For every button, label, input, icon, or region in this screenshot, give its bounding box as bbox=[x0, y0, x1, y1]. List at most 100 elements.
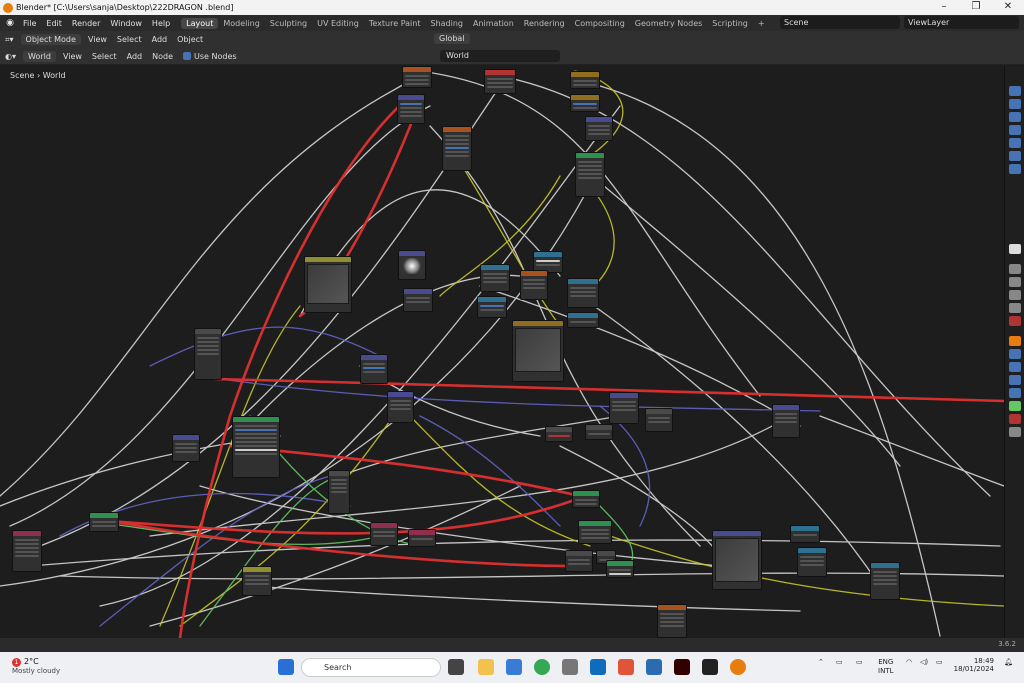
store-icon[interactable] bbox=[506, 659, 522, 675]
menu-view-2[interactable]: View bbox=[58, 51, 87, 62]
add-workspace-icon[interactable]: + bbox=[753, 18, 770, 29]
node-math-8[interactable] bbox=[565, 550, 593, 572]
start-button-icon[interactable] bbox=[278, 659, 294, 675]
collection-icon[interactable] bbox=[1008, 164, 1021, 174]
properties-editor-icon[interactable] bbox=[1008, 244, 1021, 254]
blender-taskbar-icon[interactable] bbox=[730, 659, 746, 675]
node-combine-xyz[interactable] bbox=[797, 547, 827, 577]
node-background[interactable] bbox=[89, 512, 119, 532]
menu-window[interactable]: Window bbox=[105, 19, 147, 28]
node-principled-bsdf[interactable] bbox=[232, 416, 280, 478]
node-world-output[interactable] bbox=[12, 530, 42, 572]
task-view-icon[interactable] bbox=[448, 659, 464, 675]
view-layer-icon[interactable] bbox=[1008, 125, 1021, 135]
view-layer-selector[interactable]: ViewLayer bbox=[904, 16, 1019, 29]
output-props-icon[interactable] bbox=[1008, 290, 1021, 300]
node-gradient[interactable] bbox=[606, 560, 634, 578]
tab-animation[interactable]: Animation bbox=[468, 18, 519, 29]
whiteboard-icon[interactable] bbox=[646, 659, 662, 675]
orientation-dropdown[interactable]: Global bbox=[434, 33, 470, 44]
data-props-icon[interactable] bbox=[1008, 401, 1021, 411]
menu-help[interactable]: Help bbox=[147, 19, 175, 28]
menu-select[interactable]: Select bbox=[112, 34, 147, 45]
tab-texture-paint[interactable]: Texture Paint bbox=[364, 18, 426, 29]
tray-icon-1[interactable]: ▭ bbox=[836, 658, 843, 666]
node-bump[interactable] bbox=[387, 391, 414, 423]
node-math-5[interactable] bbox=[172, 434, 200, 462]
tool-icon[interactable] bbox=[1008, 86, 1021, 96]
node-mix-shader-3[interactable] bbox=[578, 520, 612, 544]
node-math-6[interactable] bbox=[645, 408, 673, 432]
node-hue-sat[interactable] bbox=[567, 278, 599, 308]
node-color-ramp-2[interactable] bbox=[477, 296, 507, 318]
tab-modeling[interactable]: Modeling bbox=[218, 18, 264, 29]
system-clock[interactable]: 18:49 18/01/2024 bbox=[954, 657, 994, 673]
language-indicator[interactable]: ENG INTL bbox=[878, 658, 893, 676]
node-math-7[interactable] bbox=[328, 470, 350, 514]
mode-dropdown[interactable]: Object Mode bbox=[20, 34, 81, 45]
editor-type-icon[interactable]: ⌗▾ bbox=[0, 34, 19, 46]
node-mix-shader-2[interactable] bbox=[370, 522, 398, 546]
node-mapping[interactable] bbox=[397, 94, 425, 124]
volume-icon[interactable]: ◁) bbox=[920, 658, 928, 666]
node-math-2[interactable] bbox=[570, 94, 600, 112]
tool-settings-icon[interactable] bbox=[1008, 264, 1021, 274]
node-vector-math-3[interactable] bbox=[772, 404, 800, 438]
taskbar-search[interactable]: Search bbox=[301, 658, 441, 677]
node-float-curve-2[interactable] bbox=[712, 530, 762, 590]
node-math-3[interactable] bbox=[194, 328, 222, 380]
node-mix-color[interactable] bbox=[520, 270, 548, 300]
node-color-attr-2[interactable] bbox=[585, 424, 613, 440]
view-layer-props-icon[interactable] bbox=[1008, 303, 1021, 313]
scene-icon[interactable] bbox=[1008, 138, 1021, 148]
physics-props-icon[interactable] bbox=[1008, 375, 1021, 385]
use-nodes-checkbox[interactable]: Use Nodes bbox=[178, 51, 242, 62]
menu-view[interactable]: View bbox=[83, 34, 112, 45]
minimize-button[interactable]: – bbox=[930, 0, 958, 15]
menu-add-2[interactable]: Add bbox=[122, 51, 148, 62]
illustrator-icon[interactable] bbox=[674, 659, 690, 675]
node-texture-coord[interactable] bbox=[402, 66, 432, 88]
outlook-icon[interactable] bbox=[590, 659, 606, 675]
tab-sculpting[interactable]: Sculpting bbox=[265, 18, 312, 29]
menu-render[interactable]: Render bbox=[67, 19, 105, 28]
battery-icon[interactable]: ▭ bbox=[936, 658, 943, 666]
tab-rendering[interactable]: Rendering bbox=[519, 18, 570, 29]
node-emission[interactable] bbox=[408, 529, 436, 547]
tab-geometry-nodes[interactable]: Geometry Nodes bbox=[630, 18, 707, 29]
tray-chevron-icon[interactable]: ⌃ bbox=[818, 658, 824, 666]
node-color-attr[interactable] bbox=[545, 426, 573, 442]
file-explorer-icon[interactable] bbox=[478, 659, 494, 675]
weather-widget[interactable]: 1 2°C Mostly cloudy bbox=[12, 657, 60, 675]
texture-props-icon[interactable] bbox=[1008, 427, 1021, 437]
node-math-1[interactable] bbox=[570, 71, 600, 89]
output-icon[interactable] bbox=[1008, 112, 1021, 122]
node-math-4[interactable] bbox=[360, 354, 388, 384]
node-noise-texture[interactable] bbox=[442, 126, 472, 171]
tab-layout[interactable]: Layout bbox=[181, 17, 219, 29]
modifier-props-icon[interactable] bbox=[1008, 349, 1021, 359]
node-float-curve-1[interactable] bbox=[304, 256, 352, 313]
tab-scripting[interactable]: Scripting bbox=[707, 18, 753, 29]
node-light-path[interactable] bbox=[657, 604, 687, 638]
scene-props-icon[interactable] bbox=[1008, 316, 1021, 326]
notifications-icon[interactable]: 🔔︎ bbox=[1004, 658, 1013, 666]
node-mix-shader[interactable] bbox=[575, 152, 605, 197]
shader-type-dropdown[interactable]: World bbox=[23, 50, 56, 62]
node-rgb-curves[interactable] bbox=[512, 320, 564, 382]
material-props-icon[interactable] bbox=[1008, 414, 1021, 424]
tab-shading[interactable]: Shading bbox=[425, 18, 468, 29]
settings-icon[interactable] bbox=[562, 659, 578, 675]
menu-edit[interactable]: Edit bbox=[41, 19, 67, 28]
node-add-shader[interactable] bbox=[572, 490, 600, 508]
maximize-button[interactable]: ❐ bbox=[962, 0, 990, 15]
notes-icon[interactable] bbox=[702, 659, 718, 675]
world-datablock-field[interactable]: World bbox=[440, 50, 560, 62]
tab-compositing[interactable]: Compositing bbox=[570, 18, 630, 29]
node-math-9[interactable] bbox=[242, 566, 272, 596]
wifi-icon[interactable]: ◠ bbox=[906, 658, 912, 666]
menu-select-2[interactable]: Select bbox=[87, 51, 122, 62]
tab-uv-editing[interactable]: UV Editing bbox=[312, 18, 364, 29]
node-vector-math[interactable] bbox=[585, 116, 613, 141]
chrome-icon[interactable] bbox=[534, 659, 550, 675]
